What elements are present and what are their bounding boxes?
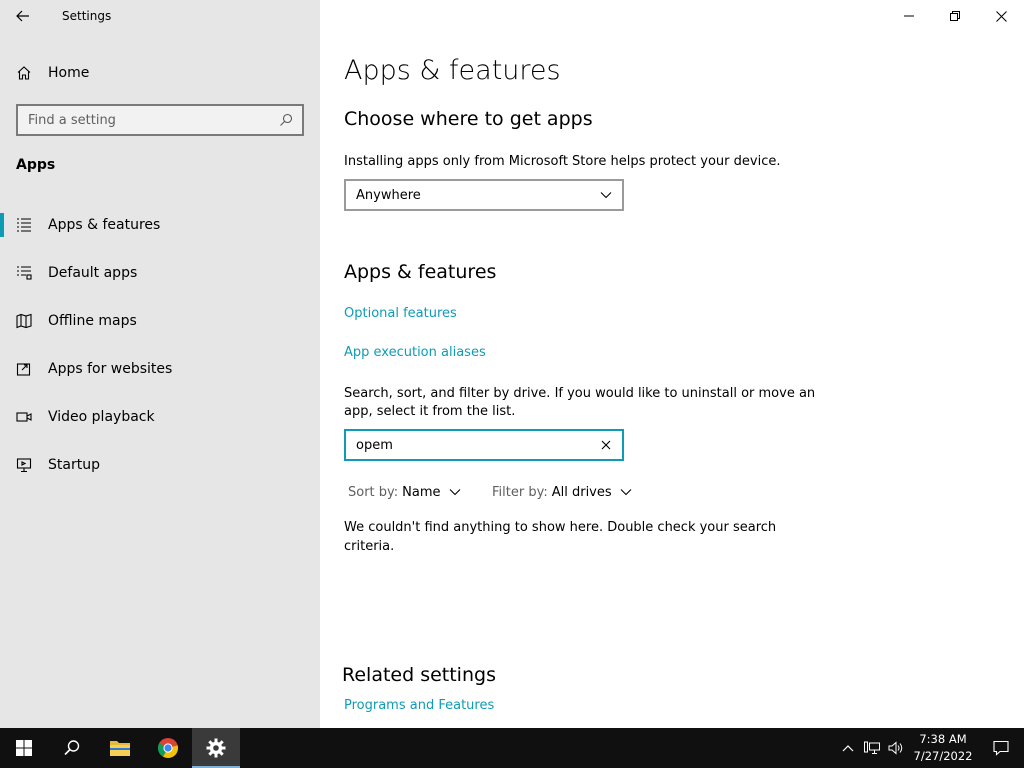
notification-icon [993,740,1009,756]
back-button[interactable] [0,0,46,32]
sidebar-item-apps-features[interactable]: Apps & features [0,201,320,249]
restore-button[interactable] [932,0,978,32]
sidebar-item-apps-for-websites[interactable]: Apps for websites [0,345,320,393]
settings-search-input[interactable] [28,112,278,128]
filter-control[interactable]: Filter by: All drives [492,482,632,502]
settings-search-box[interactable] [16,104,304,136]
show-hidden-icons-button[interactable] [836,728,860,768]
minimize-button[interactable] [886,0,932,32]
chevron-down-icon [600,192,612,199]
home-label: Home [48,65,90,81]
empty-message-line1: We couldn't find anything to show here. … [344,520,777,535]
video-icon [16,409,32,425]
chevron-down-icon [620,489,632,496]
sidebar-item-label: Startup [48,457,100,473]
close-icon [995,10,1007,22]
windows-logo-icon [16,740,32,756]
home-nav-item[interactable]: Home [0,55,320,91]
back-arrow-icon [16,10,29,22]
minimize-icon [904,15,914,17]
clock-time: 7:38 AM [919,732,967,746]
default-apps-icon [16,265,32,281]
main-content: Apps & features Choose where to get apps… [320,0,1024,728]
programs-and-features-link[interactable]: Programs and Features [344,698,494,713]
related-settings-heading: Related settings [342,664,496,686]
search-icon[interactable] [278,112,294,128]
taskbar: 7:38 AM 7/27/2022 [0,728,1024,768]
chevron-down-icon [449,489,460,496]
sidebar-item-video-playback[interactable]: Video playback [0,393,320,441]
chrome-icon [158,738,179,759]
page-title: Apps & features [344,55,561,86]
search-description-line2: app, select it from the list. [344,404,516,419]
chrome-button[interactable] [144,728,192,768]
network-icon [864,741,880,754]
map-icon [16,313,32,329]
sidebar-item-label: Video playback [48,409,155,425]
sort-label: Sort by: [348,484,399,500]
sidebar-item-startup[interactable]: Startup [0,441,320,489]
choose-description: Installing apps only from Microsoft Stor… [344,154,781,169]
sidebar-item-offline-maps[interactable]: Offline maps [0,297,320,345]
taskbar-search-button[interactable] [48,728,96,768]
sidebar-item-label: Apps & features [48,217,161,233]
empty-message-line2: criteria. [344,539,395,554]
search-description-line1: Search, sort, and filter by drive. If yo… [344,386,816,401]
startup-icon [16,457,32,473]
filter-label: Filter by: [492,484,548,500]
home-icon [16,65,32,81]
dropdown-value: Anywhere [356,187,421,203]
gear-icon [206,738,226,758]
app-search-box[interactable] [344,429,624,461]
app-search-input[interactable] [356,437,598,453]
start-button[interactable] [0,728,48,768]
list-icon [16,217,32,233]
nav-list: Apps & features Default apps Offline map… [0,201,320,489]
app-title: Settings [62,9,112,23]
choose-heading: Choose where to get apps [344,108,593,130]
chevron-up-icon [842,745,854,752]
folder-icon [110,741,130,756]
search-icon [64,740,80,756]
features-heading: Apps & features [344,261,497,283]
app-execution-aliases-link[interactable]: App execution aliases [344,345,486,360]
speaker-icon [888,741,903,755]
close-button[interactable] [978,0,1024,32]
clock-date: 7/27/2022 [913,749,973,763]
sort-value: Name [402,484,441,500]
title-bar: Settings [0,0,320,32]
network-button[interactable] [860,728,884,768]
system-tray: 7:38 AM 7/27/2022 [836,728,1024,768]
sort-control[interactable]: Sort by: Name [348,482,461,502]
restore-icon [950,11,960,21]
sidebar-item-default-apps[interactable]: Default apps [0,249,320,297]
sidebar-item-label: Apps for websites [48,361,173,377]
sidebar-item-label: Default apps [48,265,138,281]
window-controls [886,0,1024,32]
app-source-dropdown[interactable]: Anywhere [344,179,624,211]
settings-taskbar-button[interactable] [192,728,240,768]
sidebar-item-label: Offline maps [48,313,137,329]
clock[interactable]: 7:38 AM 7/27/2022 [908,731,978,765]
action-center-button[interactable] [978,728,1024,768]
clear-icon[interactable] [598,437,614,453]
optional-features-link[interactable]: Optional features [344,306,457,321]
sidebar: Settings Home Apps Apps & features Defau… [0,0,320,728]
file-explorer-button[interactable] [96,728,144,768]
open-external-icon [16,361,32,377]
volume-button[interactable] [884,728,908,768]
section-title: Apps [16,157,56,173]
filter-value: All drives [551,484,612,500]
